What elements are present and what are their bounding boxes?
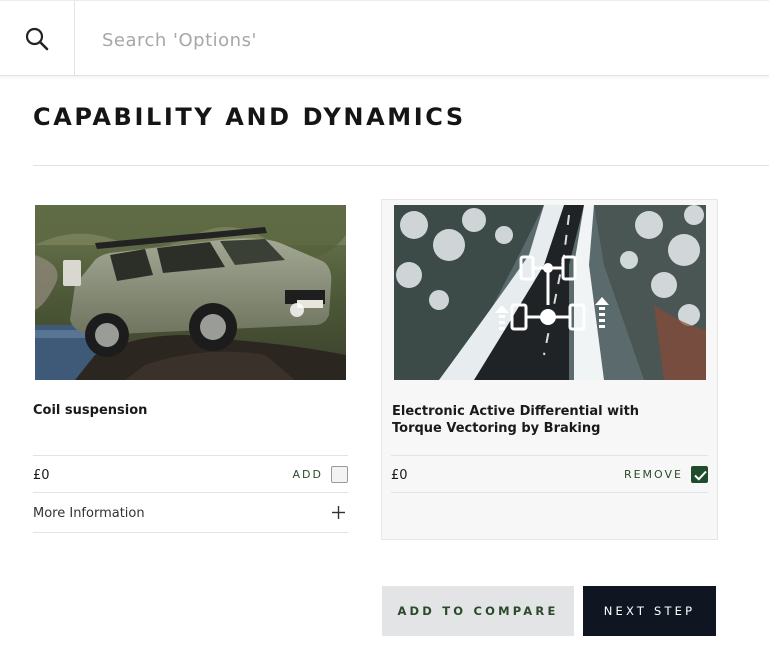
option-card-coil-suspension: Coil suspension £0 ADD More Information (33, 204, 348, 534)
plus-icon (332, 506, 345, 519)
search-bar (0, 0, 769, 76)
option-price: £0 (391, 468, 408, 483)
section-divider (33, 165, 769, 166)
add-option-toggle[interactable]: ADD (293, 464, 348, 484)
price-row: £0 ADD (33, 455, 348, 493)
section-title: CAPABILITY AND DYNAMICS (33, 103, 466, 131)
option-card-active-differential: Electronic Active Differential with Torq… (381, 199, 718, 540)
search-button[interactable] (0, 1, 75, 76)
remove-option-toggle[interactable]: REMOVE (624, 464, 708, 484)
option-checkbox-checked[interactable] (691, 465, 708, 483)
more-information-label: More Information (33, 506, 145, 521)
option-name: Coil suspension (33, 403, 148, 418)
option-checkbox[interactable] (331, 465, 348, 483)
search-input[interactable] (100, 24, 704, 56)
option-name: Electronic Active Differential with Torq… (392, 404, 640, 436)
add-to-compare-button[interactable]: ADD TO COMPARE (382, 586, 574, 636)
option-image-snowy-road (394, 205, 706, 380)
option-price: £0 (33, 468, 50, 483)
search-icon (25, 27, 49, 51)
add-label: ADD (292, 467, 323, 481)
more-information-toggle[interactable]: More Information (33, 493, 348, 533)
option-image-defender-offroad (35, 205, 346, 380)
remove-label: REMOVE (623, 467, 683, 481)
next-step-button[interactable]: NEXT STEP (583, 586, 716, 636)
checkmark-icon (694, 470, 707, 481)
price-row: £0 REMOVE (391, 455, 708, 493)
